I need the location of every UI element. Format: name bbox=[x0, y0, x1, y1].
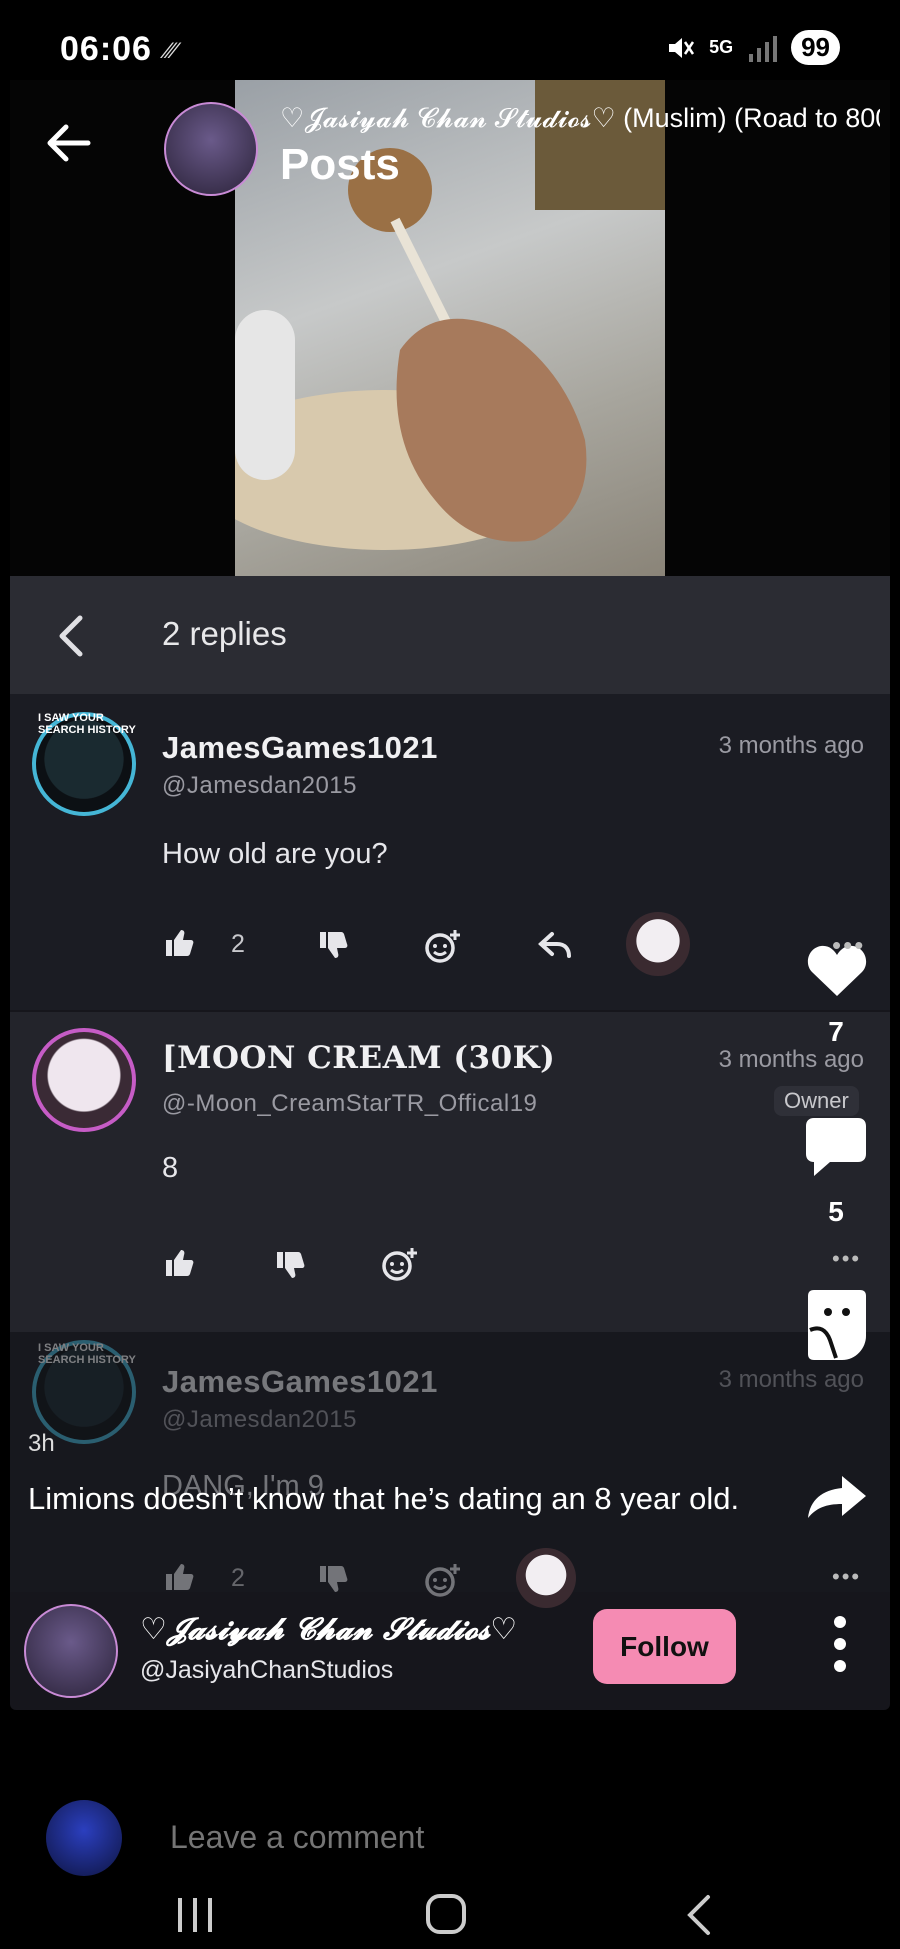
author-handle[interactable]: @JasiyahChanStudios bbox=[140, 1656, 393, 1685]
more-dots-icon[interactable]: ••• bbox=[832, 1564, 861, 1590]
add-reaction-icon[interactable] bbox=[382, 1246, 418, 1282]
more-dots-icon[interactable]: ••• bbox=[832, 930, 865, 961]
comment-input[interactable] bbox=[168, 1818, 772, 1857]
avatar-frame-badge: I SAW YOUR SEARCH HISTORY bbox=[38, 1342, 136, 1366]
like-count: 2 bbox=[231, 930, 245, 958]
comment-text: 8 bbox=[162, 1152, 179, 1184]
comment-author[interactable]: JamesGames1021 bbox=[162, 730, 438, 766]
replies-count: 2 replies bbox=[162, 615, 287, 652]
comment-handle[interactable]: @Jamesdan2015 bbox=[162, 1406, 357, 1434]
home-icon[interactable] bbox=[426, 1894, 466, 1934]
community-title[interactable]: ♡𝓙𝓪𝓼𝓲𝔂𝓪𝓱 𝓒𝓱𝓪𝓷 𝓢𝓽𝓾𝓭𝓲𝓸𝓼♡ (Muslim) (Road to… bbox=[280, 103, 880, 135]
creator-heart-avatar bbox=[516, 1548, 576, 1608]
chevron-left-icon[interactable] bbox=[52, 612, 92, 660]
recent-apps-icon[interactable] bbox=[178, 1898, 212, 1932]
thumbs-down-icon[interactable] bbox=[318, 930, 348, 960]
thumbs-down-icon[interactable] bbox=[318, 1564, 348, 1594]
add-reaction-icon[interactable] bbox=[425, 928, 461, 964]
share-arrow-icon[interactable] bbox=[806, 1474, 868, 1520]
page-title: Posts bbox=[280, 140, 400, 189]
comment-handle[interactable]: @-Moon_CreamStarTR_Offical19 bbox=[162, 1090, 537, 1118]
comment-author[interactable]: JamesGames1021 bbox=[162, 1364, 438, 1400]
battery-level: 99 bbox=[791, 30, 840, 65]
status-time: 06:06 bbox=[60, 30, 152, 68]
avatar-frame-badge: I SAW YOUR SEARCH HISTORY bbox=[38, 712, 136, 736]
comment-text: How old are you? bbox=[162, 838, 388, 870]
comment-time: 3 months ago bbox=[718, 1366, 864, 1393]
thumbs-down-icon[interactable] bbox=[275, 1250, 305, 1280]
post-caption[interactable]: Limions doesn’t know that he’s dating an… bbox=[28, 1475, 748, 1523]
like-total: 7 bbox=[828, 1016, 844, 1047]
thumbs-up-icon[interactable] bbox=[164, 1248, 194, 1278]
reply-icon[interactable] bbox=[538, 930, 572, 960]
nav-back-icon[interactable] bbox=[687, 1895, 710, 1935]
comment-time: 3 months ago bbox=[718, 1046, 864, 1073]
creator-heart-avatar bbox=[626, 912, 690, 976]
status-extra-icon: ⁄⁄⁄ bbox=[166, 38, 178, 63]
community-avatar[interactable] bbox=[164, 102, 258, 196]
replies-header bbox=[10, 576, 890, 694]
user-avatar[interactable] bbox=[32, 1028, 136, 1132]
signal-icon bbox=[749, 35, 778, 62]
comment-handle[interactable]: @Jamesdan2015 bbox=[162, 772, 357, 800]
author-avatar[interactable] bbox=[24, 1604, 118, 1698]
thumbs-up-icon[interactable] bbox=[164, 928, 194, 958]
system-nav-bar bbox=[178, 1894, 710, 1935]
my-avatar bbox=[46, 1800, 122, 1876]
comment-author[interactable]: [MOON CREAM (30K) bbox=[162, 1040, 555, 1076]
remix-icon[interactable] bbox=[806, 1288, 868, 1362]
post-time: 3h bbox=[28, 1430, 55, 1457]
follow-button[interactable]: Follow bbox=[593, 1609, 736, 1684]
like-count: 2 bbox=[231, 1564, 245, 1592]
more-dots-icon[interactable]: ••• bbox=[832, 1246, 861, 1272]
status-icons: 5G 99 bbox=[665, 30, 840, 65]
author-name[interactable]: ♡𝓙𝓪𝓼𝓲𝔂𝓪𝓱 𝓒𝓱𝓪𝓷 𝓢𝓽𝓾𝓭𝓲𝓸𝓼♡ bbox=[140, 1612, 517, 1647]
comment-bubble-icon[interactable] bbox=[804, 1116, 868, 1178]
network-label: 5G bbox=[709, 37, 734, 57]
owner-badge: Owner bbox=[774, 1086, 859, 1116]
vertical-more-icon[interactable] bbox=[820, 1612, 860, 1676]
mute-icon bbox=[669, 37, 695, 58]
add-reaction-icon[interactable] bbox=[425, 1562, 461, 1598]
thumbs-up-icon[interactable] bbox=[164, 1562, 194, 1592]
back-arrow-icon[interactable] bbox=[40, 115, 96, 171]
comment-time: 3 months ago bbox=[718, 732, 864, 759]
comment-total: 5 bbox=[828, 1196, 844, 1227]
